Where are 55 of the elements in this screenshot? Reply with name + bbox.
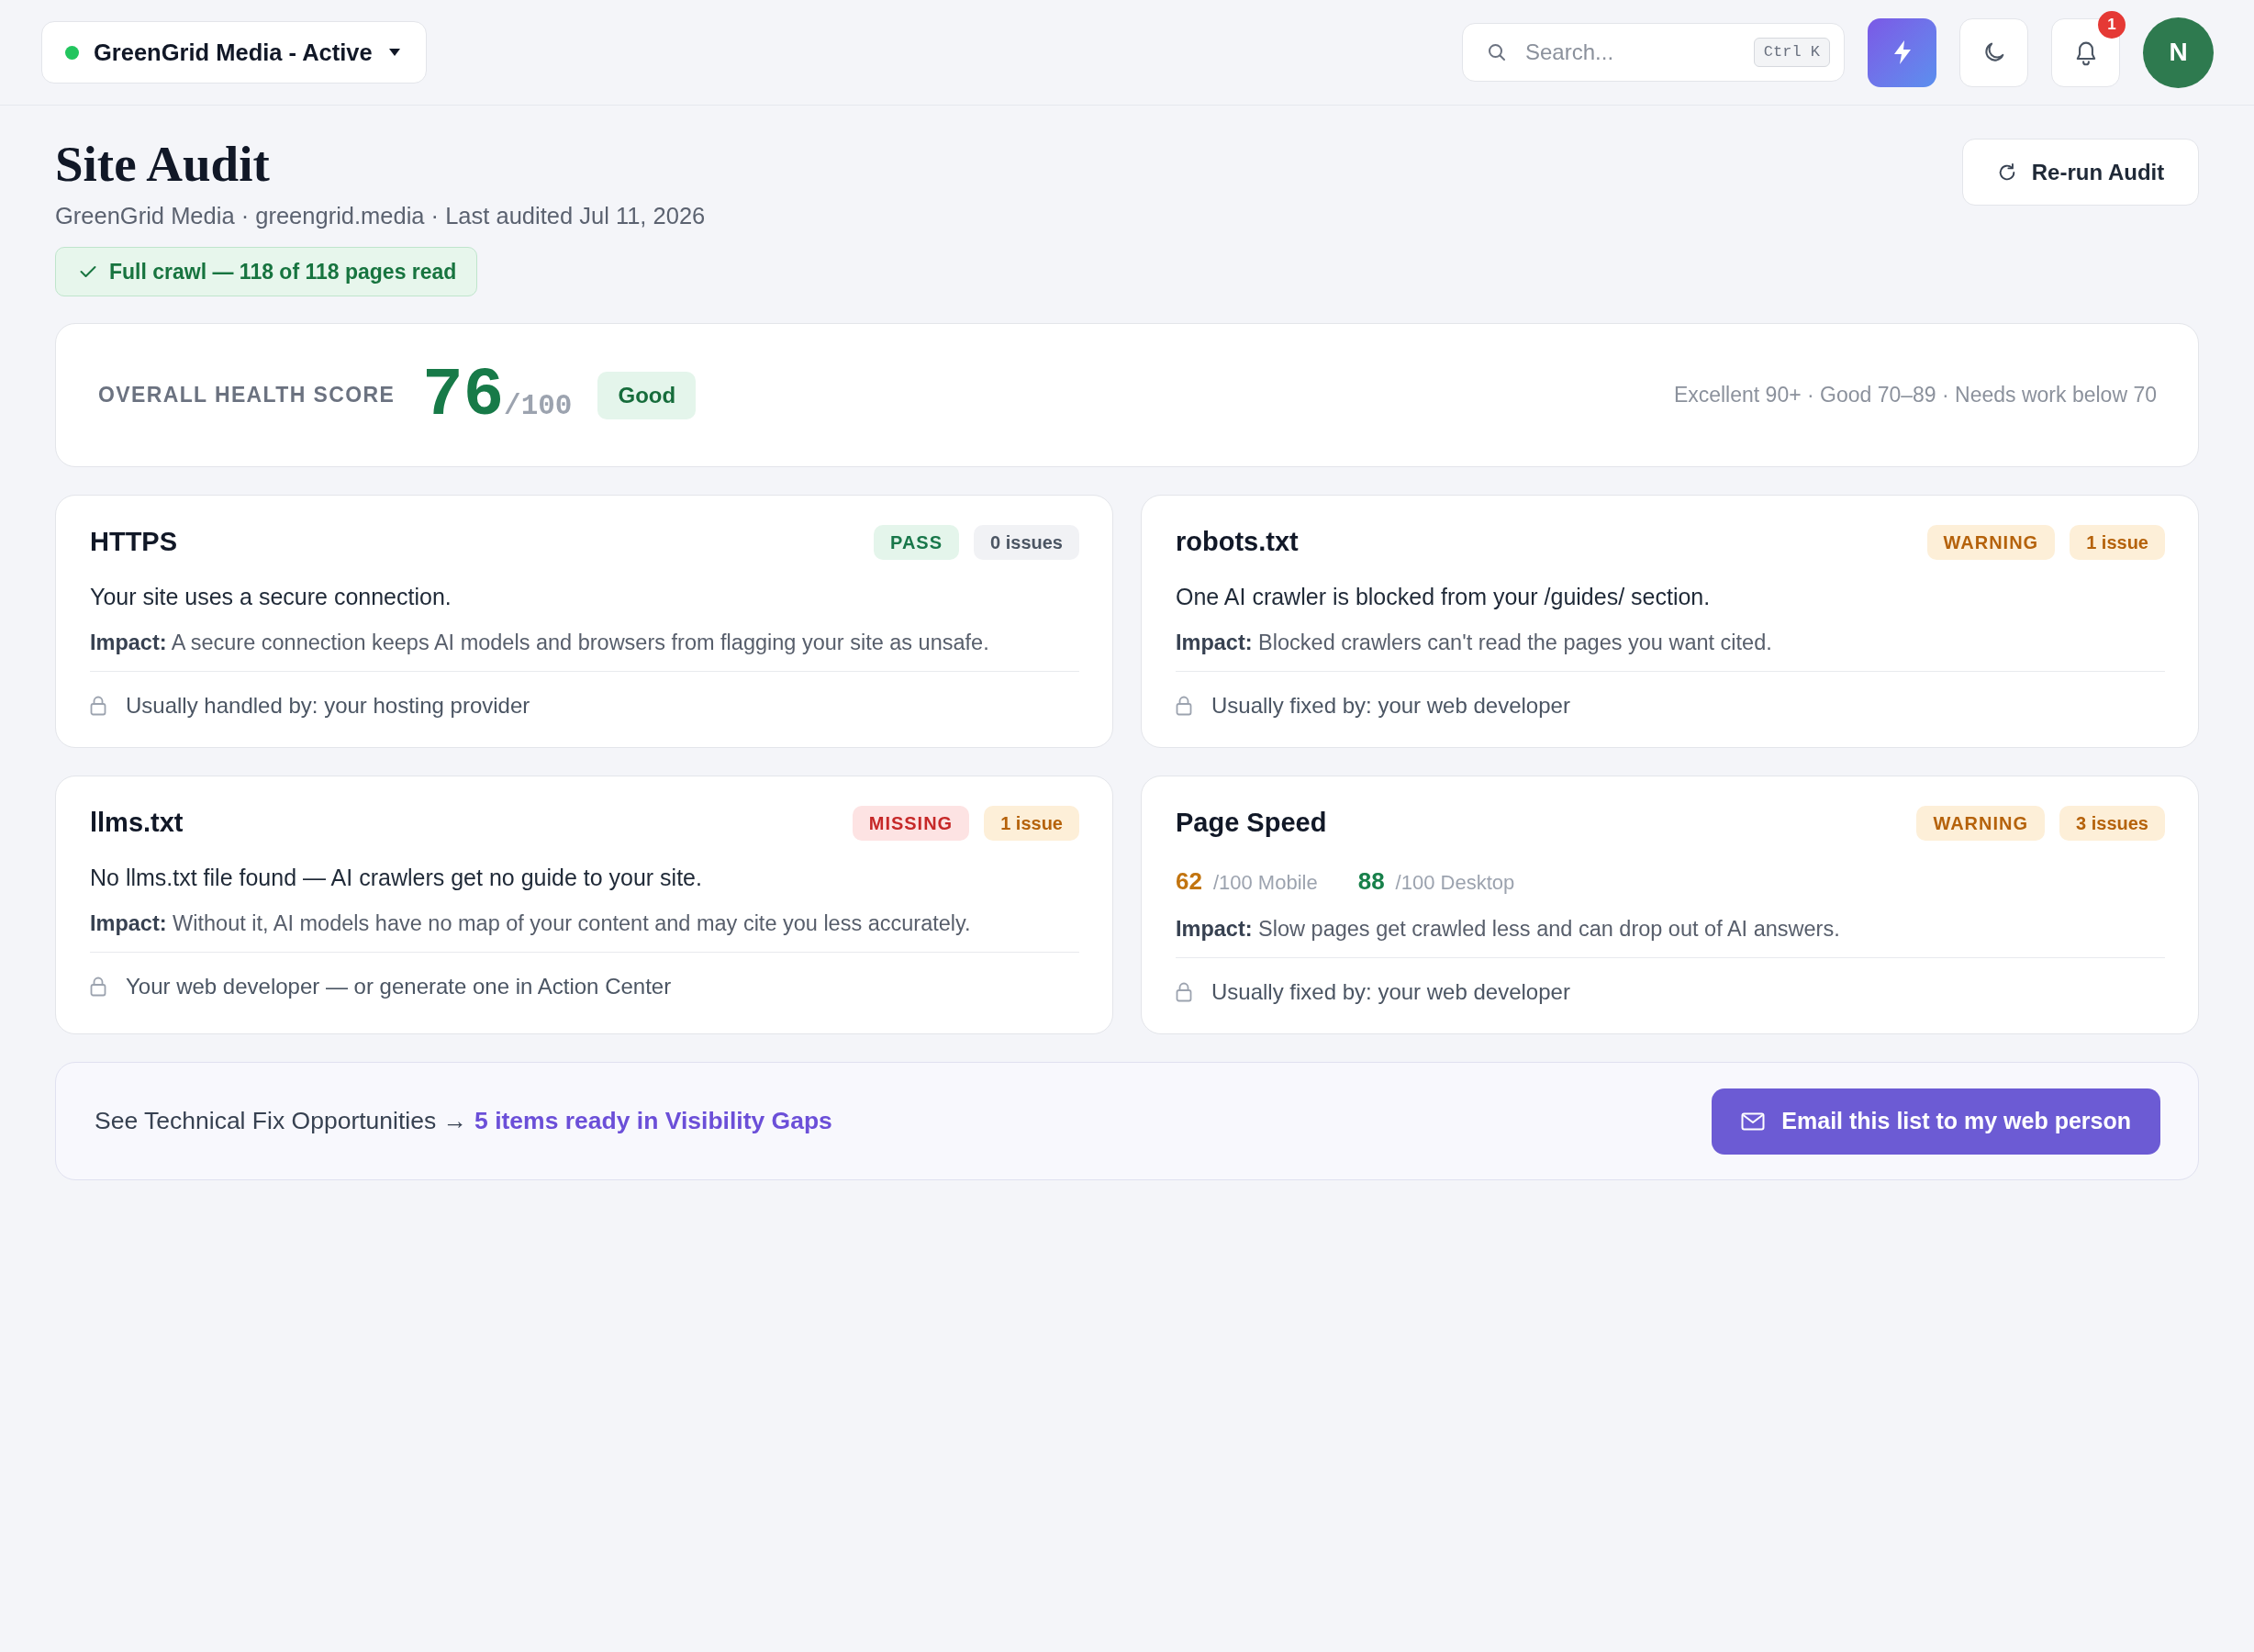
issue-count-badge: 0 issues [974,525,1079,560]
score-legend: Excellent 90+ · Good 70–89 · Needs work below 70 [1673,379,2157,411]
rating-badge: Good [597,371,697,419]
lock-icon [1176,696,1192,716]
lock-icon [1176,982,1192,1002]
owner-text: Your web developer — or generate one in Action Center [126,973,672,1000]
crawl-status-text: Full crawl — 118 of 118 pages read [109,258,457,285]
status-badge: MISSING [852,806,970,841]
notification-count-badge: 1 [2098,10,2126,39]
avatar[interactable]: N [2143,17,2214,88]
search-icon [1486,41,1508,63]
check-icon [80,265,96,278]
issue-count-badge: 1 issue [2070,525,2165,560]
check-title: HTTPS [90,526,178,559]
owner-text: Usually fixed by: your web developer [1211,692,1570,720]
check-description: One AI crawler is blocked from your /guides/ section. [1176,583,1712,611]
page-subtitle: GreenGrid Media · greengrid.media · Last audited Jul 11, 2026 [55,202,706,230]
issue-count-badge: 1 issue [984,806,1079,841]
workspace-selector[interactable]: GreenGrid Media - Active [41,21,427,84]
caret-icon [388,49,400,56]
quick-action-button[interactable] [1868,17,1936,87]
theme-toggle-button[interactable] [1959,17,2028,87]
lightning-icon [1891,40,1913,64]
shortcut-key: Ctrl K [1753,38,1830,67]
rerun-audit-button[interactable]: Re-run Audit [1962,139,2199,206]
health-score-scale: /100 [504,388,573,424]
status-badge: PASS [874,525,960,560]
email-list-button[interactable]: Email this list to my web person [1712,1088,2160,1155]
impact-text: Impact: A secure connection keeps AI models and browsers from flagging your site as unsafe. [90,630,990,656]
owner-text: Usually handled by: your hosting provider [126,692,530,720]
check-title: Page Speed [1176,807,1327,840]
impact-text: Impact: Without it, AI models have no map of your content and may cite you less accurately. [90,910,972,937]
impact-text: Impact: Slow pages get crawled less and can drop out of AI answers. [1176,916,1841,943]
metric-value: 88 [1357,866,1385,897]
health-score-label: OVERALL HEALTH SCORE [98,382,396,409]
metric-label: /100 Desktop [1395,870,1515,896]
status-badge: WARNING [1926,525,2056,560]
owner-text: Usually fixed by: your web developer [1211,978,1570,1006]
page-title: Site Audit [55,135,270,194]
check-title: robots.txt [1176,526,1299,559]
status-badge: WARNING [1916,806,2046,841]
lock-icon [90,696,106,716]
status-dot-icon [65,45,79,60]
lock-icon [90,977,106,997]
check-title: llms.txt [90,807,184,840]
metric-value: 62 [1176,866,1202,897]
mail-icon [1741,1111,1766,1131]
health-score-value: 76 [422,358,505,432]
metric-label: /100 Mobile [1212,870,1318,896]
check-description: No llms.txt file found — AI crawlers get no guide to your site. [90,864,703,892]
impact-text: Impact: Blocked crawlers can't read the pages you want cited. [1176,630,1773,656]
check-description: Your site uses a secure connection. [90,583,452,611]
visibility-gaps-link[interactable]: 5 items ready in Visibility Gaps [474,1106,832,1134]
issue-count-badge: 3 issues [2059,806,2165,841]
fix-opportunities-text: See Technical Fix Opportunities → 5 items ready in Visibility Gaps [95,1105,832,1136]
